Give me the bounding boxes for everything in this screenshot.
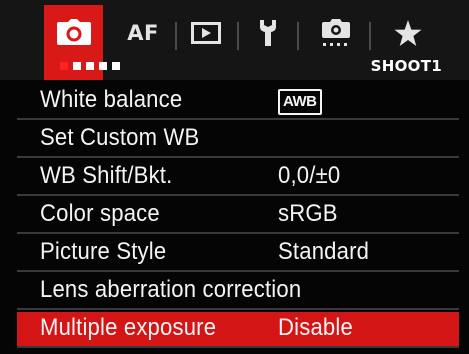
camera-menu-screen: AF SHOOT1 White balance AWB Set Custom W… — [0, 0, 469, 354]
menu-item-label: White balance — [40, 86, 183, 113]
tab-af-label: AF — [127, 21, 159, 45]
tab-divider — [175, 22, 177, 50]
wrench-icon — [258, 20, 278, 46]
menu-item-label: WB Shift/Bkt. — [40, 162, 173, 189]
page-dot — [112, 62, 120, 70]
menu-tab-bar: AF SHOOT1 — [0, 0, 469, 80]
tab-divider — [237, 22, 239, 50]
menu-item-value: Standard — [278, 238, 370, 265]
awb-value-badge: AWB — [278, 89, 322, 115]
page-dot — [99, 62, 107, 70]
menu-item-value: 0,0/±0 — [278, 162, 341, 189]
page-dot — [86, 62, 94, 70]
play-icon — [191, 22, 221, 44]
menu-item-picture-style[interactable]: Picture Style Standard — [0, 234, 469, 272]
menu-item-label: Color space — [40, 200, 160, 227]
menu-item-color-space[interactable]: Color space sRGB — [0, 196, 469, 234]
menu-item-value: sRGB — [278, 200, 338, 227]
tab-divider — [297, 22, 299, 50]
menu-item-lens-aberration-correction[interactable]: Lens aberration correction — [0, 272, 469, 310]
menu-item-white-balance[interactable]: White balance AWB — [0, 82, 469, 120]
menu-item-label: Set Custom WB — [40, 124, 200, 151]
menu-item-wb-shift-bkt[interactable]: WB Shift/Bkt. 0,0/±0 — [0, 158, 469, 196]
menu-item-set-custom-wb[interactable]: Set Custom WB — [0, 120, 469, 158]
page-label: SHOOT1 — [370, 57, 442, 75]
page-dot — [73, 62, 81, 70]
star-icon — [394, 19, 422, 47]
menu-item-value: Disable — [278, 314, 353, 341]
camera-dots-icon — [320, 19, 352, 47]
page-dot-current — [60, 62, 68, 70]
menu-item-label: Multiple exposure — [40, 314, 217, 341]
menu-item-multiple-exposure[interactable]: Multiple exposure Disable — [0, 310, 469, 348]
menu-item-label: Lens aberration correction — [40, 276, 302, 303]
tab-divider — [369, 22, 371, 50]
camera-icon — [56, 18, 91, 45]
menu-item-label: Picture Style — [40, 238, 167, 265]
